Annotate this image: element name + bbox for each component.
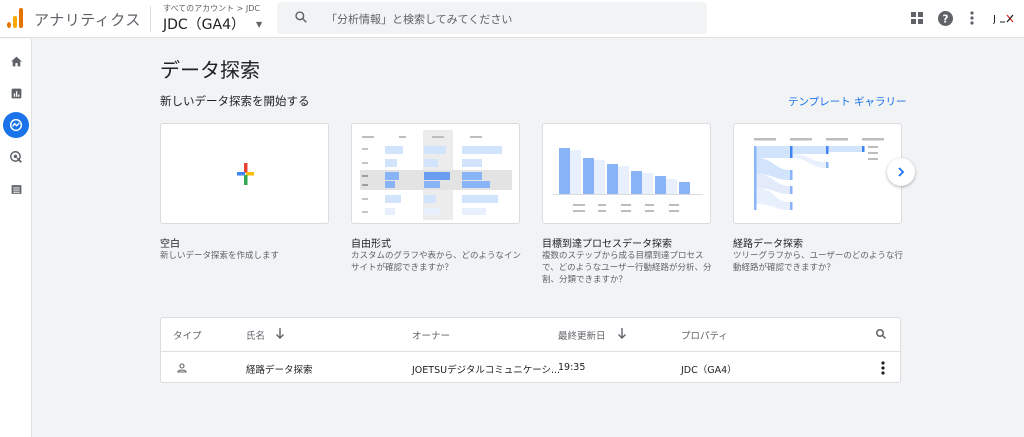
path-tree-illustration <box>754 138 884 210</box>
divider <box>161 351 900 352</box>
explore-icon[interactable] <box>3 112 29 138</box>
template-desc: カスタムのグラフや表から、どのようなインサイトが確認できますか？ <box>351 251 522 273</box>
template-gallery-link[interactable]: テンプレート ギャラリー <box>788 94 907 109</box>
app-name: アナリティクス <box>34 11 141 29</box>
section-label: 新しいデータ探索を開始する <box>160 94 310 108</box>
search-bar[interactable]: 「分析情報」と検索してみてください <box>277 2 707 34</box>
account-breadcrumb[interactable]: すべてのアカウント > JDC <box>163 3 260 14</box>
reports-icon[interactable] <box>3 80 29 106</box>
chevron-down-icon[interactable]: ▼ <box>256 20 262 29</box>
template-title: 空白 <box>160 239 180 250</box>
person-icon <box>177 363 187 373</box>
plus-icon <box>237 163 254 185</box>
arrow-down-icon[interactable] <box>617 328 627 339</box>
search-icon <box>295 11 307 23</box>
svg-text:J: J <box>993 14 996 24</box>
configure-icon[interactable] <box>3 176 29 202</box>
template-title: 目標到達プロセスデータ探索 <box>542 239 672 250</box>
template-title: 経路データ探索 <box>733 239 803 250</box>
funnel-chart-illustration <box>553 148 703 212</box>
more-vert-icon[interactable] <box>964 10 980 26</box>
account-selector[interactable]: JDC（GA4） <box>163 14 245 34</box>
column-header-name[interactable]: 氏名 <box>246 328 265 342</box>
arrow-down-icon[interactable] <box>275 328 285 339</box>
template-desc: ツリーグラフから、ユーザーのどのような行動経路が確認できますか？ <box>733 251 903 273</box>
template-card-freeform[interactable] <box>351 123 520 224</box>
row-name[interactable]: 経路データ探索 <box>246 362 313 376</box>
row-modified: 19:35 <box>558 362 586 373</box>
column-header-owner: オーナー <box>412 331 451 342</box>
template-desc: 新しいデータ探索を作成します <box>160 251 280 261</box>
chevron-right-icon <box>898 167 905 177</box>
left-nav <box>0 39 32 437</box>
column-header-type: タイプ <box>173 331 202 342</box>
column-header-modified[interactable]: 最終更新日 <box>558 328 606 342</box>
column-header-property: プロパティ <box>681 331 728 342</box>
advertising-icon[interactable] <box>3 144 29 170</box>
template-card-funnel[interactable] <box>542 123 711 224</box>
apps-icon[interactable] <box>909 10 925 26</box>
more-vert-icon[interactable] <box>881 361 885 375</box>
explorations-table: タイプ 氏名 オーナー 最終更新日 プロパティ 経路データ探索 JOETSUデジ… <box>160 317 901 383</box>
carousel-next-button[interactable] <box>887 158 915 186</box>
search-icon[interactable] <box>875 328 887 340</box>
page-title: データ探索 <box>160 58 260 82</box>
freeform-table-illustration <box>360 130 512 220</box>
help-icon[interactable]: ? <box>937 10 953 26</box>
template-title: 自由形式 <box>351 239 391 250</box>
template-card-path[interactable] <box>733 123 902 224</box>
search-input[interactable]: 「分析情報」と検索してみてください <box>326 11 512 27</box>
template-desc: 複数のステップから成る目標到達プロセスで、どのようなユーザー行動経路が分析、分割… <box>542 251 712 285</box>
top-bar: アナリティクス すべてのアカウント > JDC JDC（GA4） ▼ 「分析情報… <box>0 0 1024 38</box>
divider <box>150 6 151 32</box>
account-avatar-icon[interactable]: J <box>993 10 1015 26</box>
template-card-blank[interactable] <box>160 123 329 224</box>
analytics-logo-icon[interactable] <box>7 8 23 28</box>
row-owner: JOETSUデジタルコミュニケーシ... <box>412 365 561 376</box>
svg-text:?: ? <box>942 13 948 25</box>
home-icon[interactable] <box>3 48 29 74</box>
row-property: JDC（GA4） <box>681 365 737 376</box>
